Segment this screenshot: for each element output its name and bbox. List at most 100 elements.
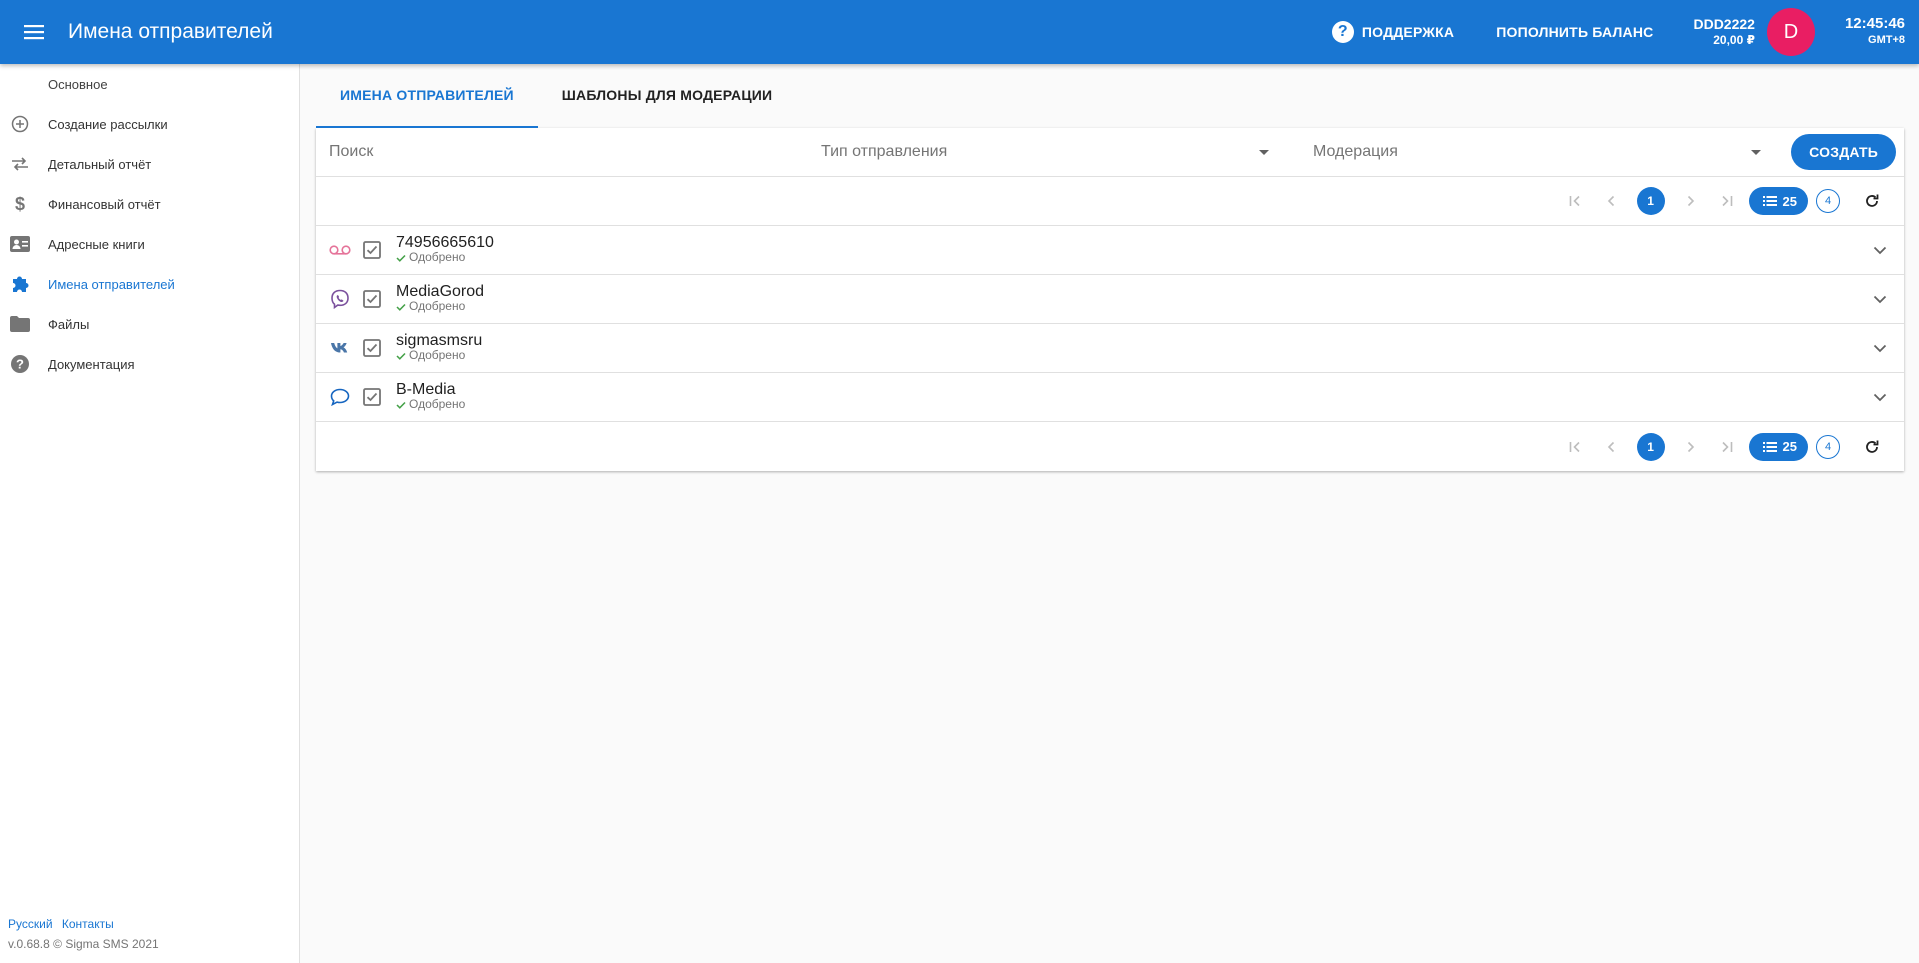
page-size-button[interactable]: 25 (1748, 187, 1808, 215)
contacts-link[interactable]: Контакты (62, 917, 114, 931)
create-button[interactable]: СОЗДАТЬ (1791, 134, 1896, 170)
chevron-down-icon[interactable] (1856, 246, 1904, 255)
send-type-placeholder: Тип отправления (821, 143, 948, 160)
check-icon (396, 303, 406, 311)
tab-bar: ИМЕНА ОТПРАВИТЕЛЕЙ ШАБЛОНЫ ДЛЯ МОДЕРАЦИИ (316, 64, 1904, 128)
status-text: Одобрено (409, 397, 466, 411)
chevron-down-icon[interactable] (1856, 295, 1904, 304)
list-icon (1762, 196, 1777, 206)
sidebar-item-label: Создание рассылки (48, 116, 168, 132)
puzzle-icon (10, 274, 30, 294)
support-label: ПОДДЕРЖКА (1361, 24, 1455, 40)
version-text: v.0.68.8 © Sigma SMS 2021 (8, 937, 159, 951)
sender-info: sigmasmsru Одобрено (396, 333, 482, 363)
prev-page-icon[interactable] (1593, 183, 1629, 219)
sidebar-item-address-books[interactable]: Адресные книги (0, 224, 299, 264)
total-count-badge: 4 (1816, 434, 1840, 459)
menu-icon[interactable] (14, 12, 54, 52)
avatar[interactable]: D (1766, 8, 1815, 56)
search-input[interactable] (329, 143, 819, 161)
help-icon: ? (10, 354, 30, 374)
current-page[interactable]: 1 (1636, 187, 1665, 215)
sender-name: MediaGorod (396, 283, 485, 300)
page-size-value: 25 (1782, 439, 1797, 454)
refresh-icon[interactable] (1854, 429, 1890, 465)
pagination-bottom: 1 25 4 (316, 422, 1904, 471)
refresh-icon[interactable] (1854, 183, 1890, 219)
next-page-icon[interactable] (1673, 429, 1709, 465)
table-row[interactable]: MediaGorod Одобрено (316, 275, 1904, 324)
sidebar-item-files[interactable]: Файлы (0, 304, 299, 344)
checkbox-checked-icon[interactable] (362, 289, 382, 309)
status-badge: Одобрено (396, 299, 484, 314)
footer-links: Русский Контакты (8, 917, 159, 931)
language-link[interactable]: Русский (8, 917, 53, 931)
clock: 12:45:46 GMT+8 (1845, 16, 1905, 48)
sender-info: B-Media Одобрено (396, 382, 465, 412)
folder-icon (10, 314, 30, 334)
moderation-select[interactable]: Модерация (1313, 143, 1775, 161)
check-icon (396, 401, 406, 409)
filter-bar: Тип отправления Модерация СОЗДАТЬ (316, 128, 1904, 177)
table-row[interactable]: B-Media Одобрено (316, 373, 1904, 422)
total-count-badge: 4 (1816, 189, 1840, 213)
clock-timezone: GMT+8 (1868, 34, 1905, 46)
page-size-value: 25 (1782, 193, 1797, 209)
status-text: Одобрено (409, 348, 466, 362)
dollar-icon: $ (14, 193, 25, 214)
table-row[interactable]: sigmasmsru Одобрено (316, 324, 1904, 373)
table-row[interactable]: 74956665610 Одобрено (316, 226, 1904, 275)
sidebar-item-label: Файлы (48, 316, 90, 332)
first-page-icon[interactable] (1557, 183, 1593, 219)
current-page[interactable]: 1 (1636, 432, 1665, 461)
sidebar-item-sender-names[interactable]: Имена отправителей (0, 264, 299, 304)
status-badge: Одобрено (396, 348, 482, 363)
tab-moderation-templates[interactable]: ШАБЛОНЫ ДЛЯ МОДЕРАЦИИ (538, 64, 797, 128)
sender-name: sigmasmsru (396, 332, 483, 349)
checkbox-checked-icon[interactable] (362, 240, 382, 260)
contact-card-icon (10, 234, 30, 254)
check-icon (396, 352, 406, 360)
add-circle-icon (10, 114, 30, 134)
sender-name: 74956665610 (396, 234, 494, 251)
sidebar-item-financial-report[interactable]: $ Финансовый отчёт (0, 184, 299, 224)
sidebar-item-label: Имена отправителей (48, 276, 175, 292)
sidebar-item-label: Документация (48, 356, 135, 372)
swap-arrows-icon (10, 154, 30, 174)
senders-card: Тип отправления Модерация СОЗДАТЬ 1 (316, 128, 1904, 471)
last-page-icon[interactable] (1709, 429, 1745, 465)
status-text: Одобрено (409, 250, 466, 264)
tab-sender-names[interactable]: ИМЕНА ОТПРАВИТЕЛЕЙ (316, 64, 538, 128)
checkbox-checked-icon[interactable] (362, 338, 382, 358)
sidebar-item-create-campaign[interactable]: Создание рассылки (0, 104, 299, 144)
sidebar-item-label: Адресные книги (48, 236, 145, 252)
viber-icon (328, 287, 352, 311)
vk-icon (328, 336, 352, 360)
prev-page-icon[interactable] (1593, 429, 1629, 465)
checkbox-checked-icon[interactable] (362, 387, 382, 407)
search-field (329, 143, 819, 161)
chevron-down-icon[interactable] (1856, 344, 1904, 353)
status-badge: Одобрено (396, 250, 494, 265)
topup-balance-button[interactable]: ПОПОЛНИТЬ БАЛАНС (1482, 12, 1667, 52)
check-icon (396, 254, 406, 262)
first-page-icon[interactable] (1557, 429, 1593, 465)
sidebar: Основное Создание рассылки Детальный отч… (0, 64, 300, 963)
main-content: ИМЕНА ОТПРАВИТЕЛЕЙ ШАБЛОНЫ ДЛЯ МОДЕРАЦИИ… (316, 64, 1904, 471)
sidebar-footer: Русский Контакты v.0.68.8 © Sigma SMS 20… (8, 917, 159, 951)
moderation-placeholder: Модерация (1313, 143, 1398, 160)
chevron-down-icon[interactable] (1856, 393, 1904, 402)
caret-down-icon (1751, 149, 1761, 155)
last-page-icon[interactable] (1709, 183, 1745, 219)
sidebar-item-detailed-report[interactable]: Детальный отчёт (0, 144, 299, 184)
svg-text:?: ? (16, 357, 24, 372)
support-button[interactable]: ? ПОДДЕРЖКА (1318, 12, 1468, 52)
next-page-icon[interactable] (1673, 183, 1709, 219)
send-type-select[interactable]: Тип отправления (821, 143, 1283, 161)
page-title: Имена отправителей (68, 20, 273, 43)
page-size-button[interactable]: 25 (1748, 432, 1808, 461)
sidebar-section-title: Основное (48, 77, 108, 92)
sidebar-item-documentation[interactable]: ? Документация (0, 344, 299, 384)
account-info[interactable]: DDD2222 20,00 ₽ (1693, 16, 1754, 48)
sidebar-item-label: Финансовый отчёт (48, 196, 161, 212)
